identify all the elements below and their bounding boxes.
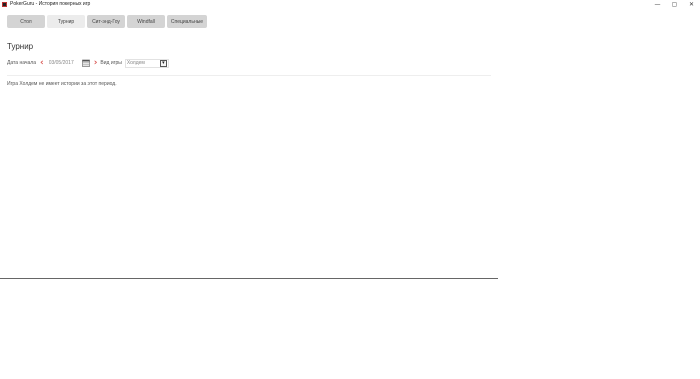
- tab-bar: Стол Турнир Сит-энд-Гоу Windfall Специал…: [7, 15, 207, 28]
- game-type-label: Вид игры: [100, 60, 122, 66]
- next-date-arrow-icon[interactable]: ›: [94, 58, 98, 68]
- title-bar: PokerGuru - История покерных игр — ▢ ✕: [0, 0, 700, 9]
- tab-special[interactable]: Специальные: [167, 15, 207, 28]
- page-title: Турнир: [7, 42, 34, 51]
- divider: [7, 75, 491, 76]
- filter-bar: Дата начала ‹ › Вид игры Холдем ▾: [7, 58, 169, 68]
- tab-tournament[interactable]: Турнир: [47, 15, 85, 28]
- game-type-select[interactable]: Холдем ▾: [124, 58, 169, 68]
- app-logo-icon: [2, 2, 7, 7]
- chevron-down-icon[interactable]: ▾: [159, 59, 167, 67]
- empty-history-message: Игра Холдем не имеет истории за этот пер…: [7, 81, 117, 87]
- app-window: PokerGuru - История покерных игр — ▢ ✕ С…: [0, 0, 700, 379]
- close-button[interactable]: ✕: [683, 0, 700, 9]
- tab-windfall[interactable]: Windfall: [127, 15, 165, 28]
- previous-date-arrow-icon[interactable]: ‹: [40, 58, 44, 68]
- minimize-button[interactable]: —: [649, 0, 666, 9]
- window-controls: — ▢ ✕: [649, 0, 700, 9]
- start-date-label: Дата начала: [7, 60, 36, 66]
- calendar-icon[interactable]: [81, 59, 90, 67]
- tab-sit-and-go[interactable]: Сит-энд-Гоу: [87, 15, 125, 28]
- bottom-divider: [0, 278, 498, 279]
- game-type-value: Холдем: [126, 60, 145, 66]
- tab-table[interactable]: Стол: [7, 15, 45, 28]
- window-title: PokerGuru - История покерных игр: [10, 1, 91, 7]
- maximize-button[interactable]: ▢: [666, 0, 683, 9]
- start-date-field[interactable]: [48, 58, 81, 68]
